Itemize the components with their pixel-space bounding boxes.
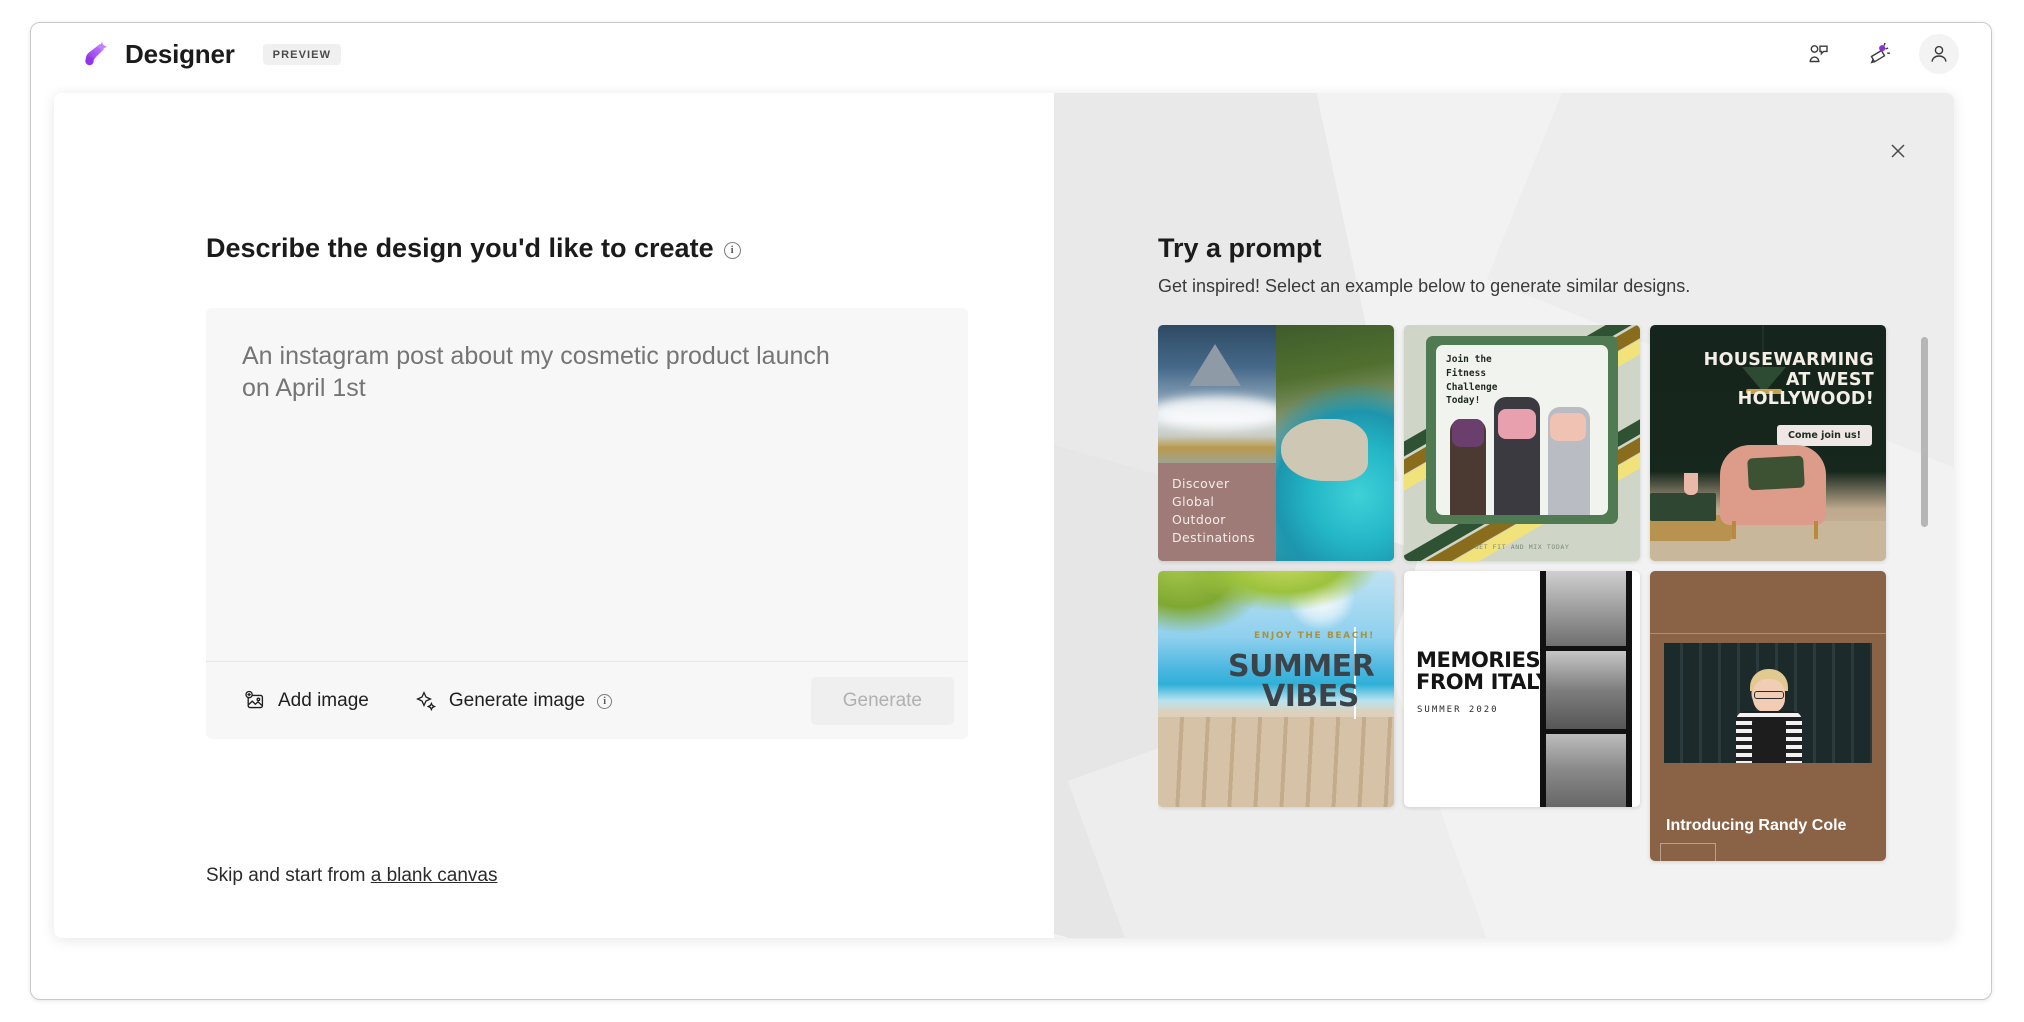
template-card-outdoor-destinations[interactable]: Discover Global Outdoor Destinations [1158, 325, 1394, 561]
photo [1546, 651, 1626, 729]
card-title-line2: VIBES [1262, 679, 1359, 714]
account-avatar-icon[interactable] [1919, 34, 1959, 74]
rock-shape [1280, 419, 1369, 481]
generate-image-label: Generate image [448, 689, 586, 711]
prompt-heading: Describe the design you'd like to create… [206, 233, 1054, 264]
photo [1546, 733, 1626, 807]
vase [1684, 473, 1698, 495]
prompt-panel: Describe the design you'd like to create… [54, 93, 1054, 938]
brand[interactable]: Designer PREVIEW [79, 38, 342, 70]
portrait-photo [1664, 643, 1872, 763]
photo-strip [1540, 571, 1632, 807]
card-eyebrow: ENJOY THE BEACH! [1254, 631, 1375, 641]
info-icon[interactable]: i [723, 242, 741, 259]
photo [1546, 571, 1626, 647]
app-header: Designer PREVIEW [31, 23, 1991, 85]
template-card-housewarming[interactable]: HOUSEWARMING AT WEST HOLLYWOOD! Come joi… [1650, 325, 1886, 561]
gallery-scrollbar[interactable] [1921, 325, 1928, 865]
inspiration-title: Try a prompt [1158, 233, 1322, 263]
skip-prefix: Skip and start from [206, 865, 371, 886]
blank-canvas-link[interactable]: a blank canvas [371, 865, 498, 886]
template-card-introducing-randy-cole[interactable]: Introducing Randy Cole [1650, 571, 1886, 861]
corner-frame [1660, 843, 1716, 861]
close-dialog-button[interactable] [1880, 133, 1916, 169]
card-footer: GET FIT AND MIX TODAY [1474, 543, 1570, 551]
gallery-scrollbar-thumb[interactable] [1921, 337, 1928, 527]
add-image-icon [244, 690, 266, 712]
cloud-shape [1158, 395, 1284, 429]
add-image-button[interactable]: Add image [238, 684, 375, 718]
designer-logo-icon [79, 38, 111, 70]
inspiration-subtitle: Get inspired! Select an example below to… [1158, 276, 1691, 296]
card-subtitle: SUMMER 2020 [1417, 705, 1499, 715]
chair-leg [1814, 521, 1818, 539]
divider [1650, 633, 1886, 634]
figure-top [1550, 413, 1586, 441]
card-title: HOUSEWARMING AT WEST HOLLYWOOD! [1703, 350, 1874, 410]
wooden-deck [1158, 717, 1394, 807]
card-image-right [1276, 325, 1394, 561]
design-prompt-input[interactable] [206, 308, 866, 656]
card-badge: Come join us! [1776, 425, 1872, 446]
prompt-heading-text: Describe the design you'd like to create [206, 233, 714, 263]
card-headline: Join the Fitness Challenge Today! [1446, 354, 1498, 407]
template-card-fitness-challenge[interactable]: Join the Fitness Challenge Today! GET FI [1404, 325, 1640, 561]
figure-top [1498, 409, 1536, 439]
skip-row: Skip and start from a blank canvas [206, 865, 1054, 887]
inspiration-gallery: Discover Global Outdoor Destinations Joi… [1158, 325, 1928, 865]
card-caption: Introducing Randy Cole [1666, 817, 1847, 834]
add-image-label: Add image [278, 689, 369, 711]
side-table [1650, 493, 1716, 521]
template-card-memories-italy[interactable]: MEMORIES FROM ITALY SUMMER 2020 [1404, 571, 1640, 807]
info-icon[interactable]: i [597, 694, 613, 709]
create-design-dialog: Describe the design you'd like to create… [54, 93, 1954, 938]
card-title: MEMORIES FROM ITALY [1416, 648, 1551, 695]
generate-image-button[interactable]: Generate image i [409, 684, 618, 718]
app-window: Designer PREVIEW Describe the design you… [30, 22, 1992, 1000]
apron [1752, 717, 1786, 763]
feedback-icon[interactable] [1799, 34, 1839, 74]
palm-leaf [1198, 571, 1388, 615]
inspiration-panel: Try a prompt Get inspired! Select an exa… [1054, 93, 1954, 938]
chair-leg [1732, 521, 1736, 539]
glasses [1754, 691, 1784, 699]
sparkle-icon [415, 690, 437, 712]
card-caption: Discover Global Outdoor Destinations [1158, 462, 1276, 561]
announcements-megaphone-icon[interactable] [1859, 34, 1899, 74]
prompt-box: Add image Generate image i [206, 308, 968, 739]
inspiration-gallery-wrapper: Discover Global Outdoor Destinations Joi… [1158, 325, 1928, 865]
figure-top [1452, 419, 1484, 447]
template-card-summer-vibes[interactable]: ENJOY THE BEACH! SUMMER VIBES [1158, 571, 1394, 807]
header-actions [1799, 34, 1959, 74]
photo-frame: Join the Fitness Challenge Today! [1426, 336, 1618, 524]
prompt-toolbar: Add image Generate image i Generate [206, 661, 968, 739]
preview-badge: PREVIEW [262, 43, 342, 65]
app-title: Designer [125, 38, 235, 69]
pillow [1747, 455, 1805, 491]
photo-inner: Join the Fitness Challenge Today! [1436, 345, 1608, 515]
mountain-shape [1188, 343, 1241, 386]
person-figure [1736, 669, 1802, 763]
generate-button[interactable]: Generate [810, 676, 954, 725]
